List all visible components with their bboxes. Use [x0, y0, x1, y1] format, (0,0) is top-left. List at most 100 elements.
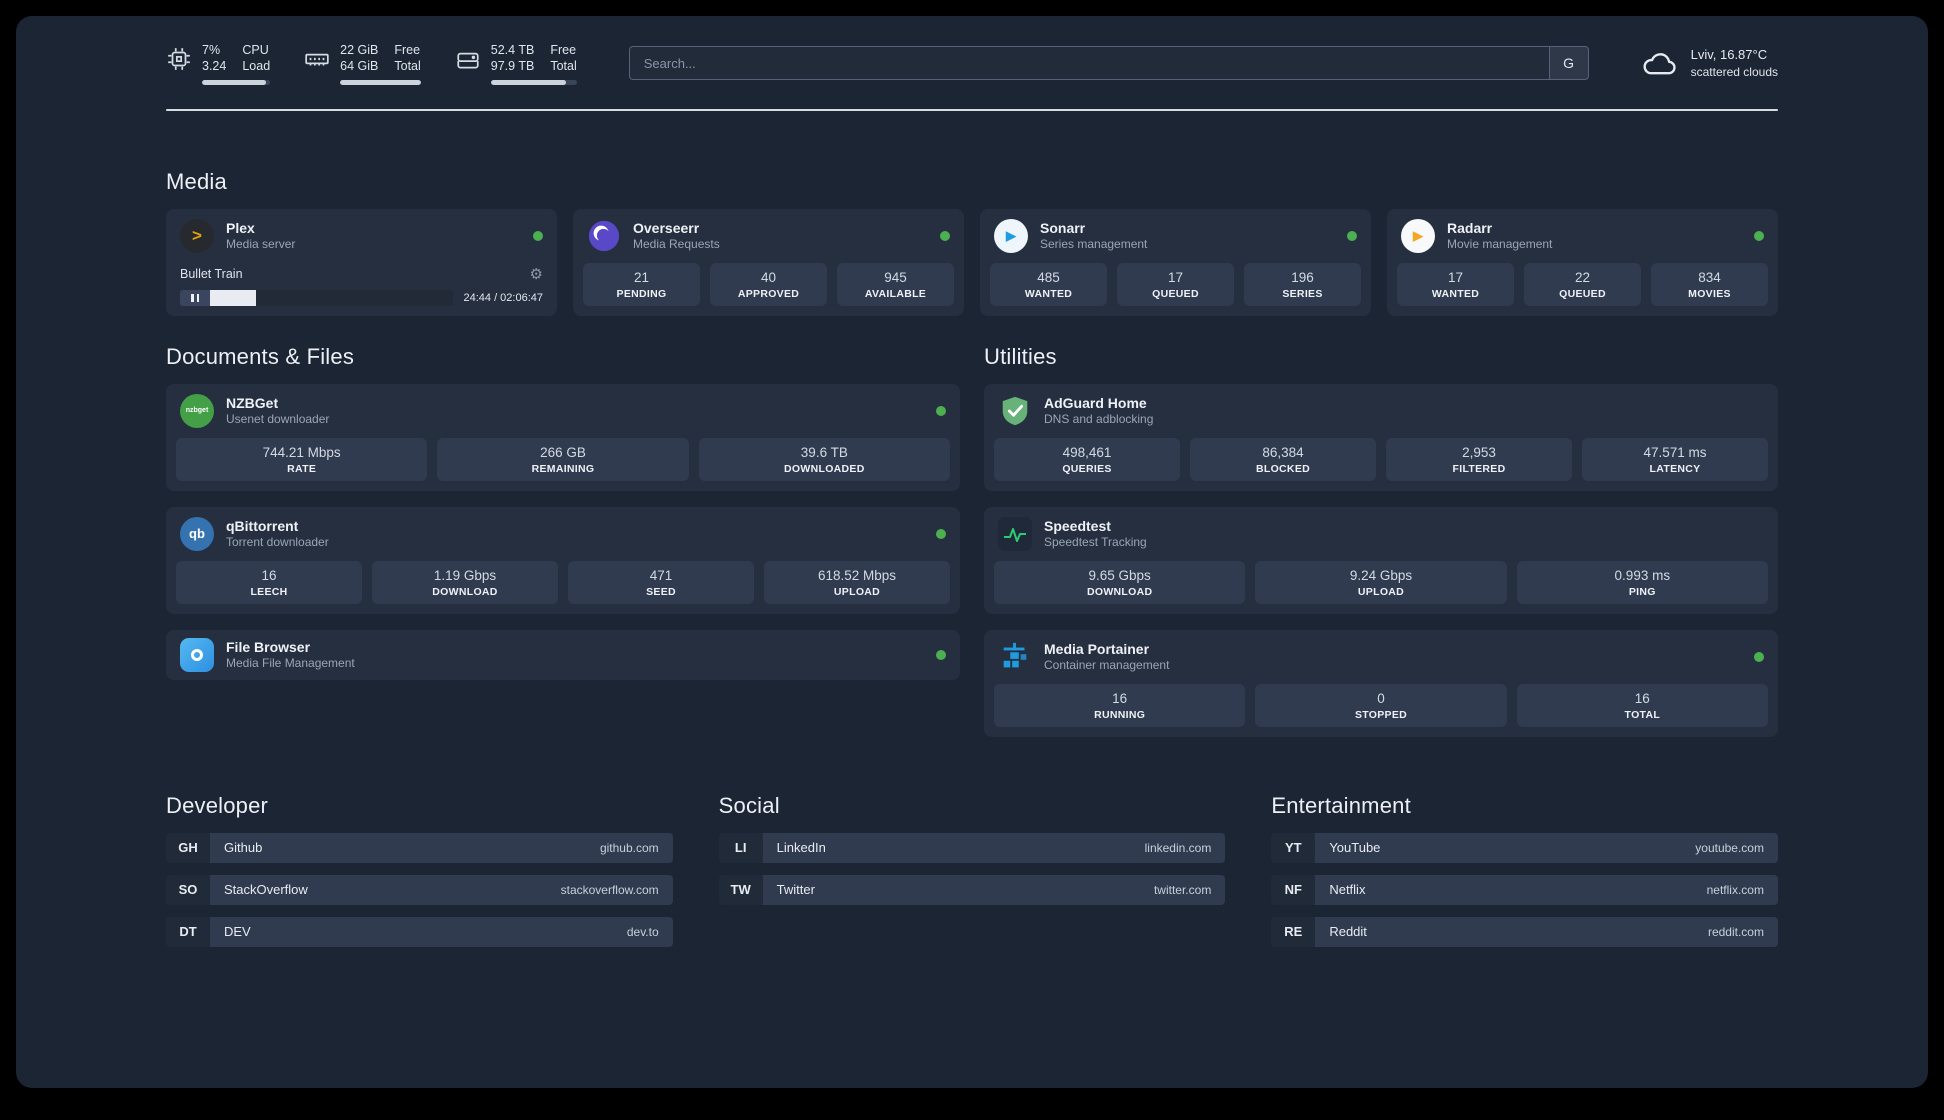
bookmark-name: DEV: [224, 924, 251, 939]
sonarr-card[interactable]: ▶ Sonarr Series management 485 WANTED 17…: [980, 208, 1371, 316]
now-playing-title: Bullet Train: [180, 266, 243, 281]
app-name: Speedtest: [1044, 518, 1111, 534]
stat-approved: 40 APPROVED: [710, 262, 827, 306]
search-bar: G: [628, 46, 1589, 81]
bookmark-name: LinkedIn: [776, 840, 826, 855]
stat-filtered: 2,953 FILTERED: [1386, 437, 1572, 481]
bookmark-github[interactable]: GH Github github.com: [166, 832, 673, 863]
developer-heading: Developer: [166, 792, 269, 818]
stat-latency: 47.571 ms LATENCY: [1582, 437, 1768, 481]
cloud-icon: [1643, 53, 1676, 75]
ram-icon: [305, 53, 329, 66]
app-name: AdGuard Home: [1044, 395, 1147, 411]
sonarr-icon: ▶: [994, 218, 1028, 253]
cpu-percent: 7%: [202, 43, 221, 57]
disk-total: 97.9 TB: [490, 59, 535, 74]
app-name: NZBGet: [226, 395, 279, 411]
app-subtitle: Movie management: [1447, 237, 1553, 251]
adguard-card[interactable]: AdGuard Home DNS and adblocking 498,461 …: [984, 383, 1778, 491]
plex-card[interactable]: > Plex Media server Bullet Train ⚙ 24:44…: [166, 208, 557, 316]
section-entertainment: Entertainment YT YouTube youtube.com NF …: [1271, 793, 1778, 959]
social-heading: Social: [718, 792, 780, 818]
stat-queries: 498,461 QUERIES: [994, 437, 1180, 481]
bookmark-reddit[interactable]: RE Reddit reddit.com: [1271, 916, 1778, 947]
radarr-card[interactable]: ▶ Radarr Movie management 17 WANTED 22 Q…: [1387, 208, 1778, 316]
disk-meter: [490, 79, 577, 85]
playback-time: 24:44 / 02:06:47: [463, 291, 543, 304]
stat-upload: 9.24 Gbps UPLOAD: [1255, 560, 1507, 604]
app-name: Plex: [226, 220, 255, 236]
stat-available: 945 AVAILABLE: [837, 262, 954, 306]
stat-upload: 618.52 Mbps UPLOAD: [764, 560, 950, 604]
bookmark-linkedin[interactable]: LI LinkedIn linkedin.com: [718, 832, 1226, 863]
search-input[interactable]: [628, 46, 1549, 81]
stat-blocked: 86,384 BLOCKED: [1190, 437, 1376, 481]
nzbget-card[interactable]: nzbget NZBGet Usenet downloader 744.21 M…: [166, 383, 960, 491]
status-dot: [533, 230, 543, 241]
bookmark-youtube[interactable]: YT YouTube youtube.com: [1271, 832, 1778, 863]
app-subtitle: Media server: [226, 237, 296, 251]
app-name: File Browser: [226, 639, 311, 655]
app-subtitle: Media Requests: [633, 237, 720, 251]
gear-icon[interactable]: ⚙: [530, 265, 543, 283]
header-divider: [166, 108, 1778, 111]
bookmark-twitter[interactable]: TW Twitter twitter.com: [718, 874, 1226, 905]
stat-wanted: 485 WANTED: [990, 262, 1107, 306]
entertainment-heading: Entertainment: [1271, 792, 1411, 818]
documents-heading: Documents & Files: [166, 343, 355, 369]
portainer-icon: [1003, 642, 1027, 667]
app-subtitle: DNS and adblocking: [1044, 412, 1154, 426]
stat-wanted: 17 WANTED: [1397, 262, 1514, 306]
bookmark-netflix[interactable]: NF Netflix netflix.com: [1271, 874, 1778, 905]
radarr-icon: ▶: [1401, 218, 1435, 253]
app-subtitle: Speedtest Tracking: [1044, 535, 1147, 549]
app-name: Media Portainer: [1044, 641, 1150, 657]
filebrowser-card[interactable]: File Browser Media File Management: [166, 629, 960, 680]
disk-free: 52.4 TB: [490, 43, 535, 57]
bookmark-name: Netflix: [1329, 882, 1366, 897]
search-engine-button[interactable]: G: [1548, 46, 1589, 81]
status-dot: [1347, 230, 1357, 241]
bookmark-url: dev.to: [626, 924, 659, 939]
stat-download: 9.65 Gbps DOWNLOAD: [994, 560, 1246, 604]
status-dot: [936, 405, 946, 416]
stat-seed: 471 SEED: [568, 560, 754, 604]
pause-button[interactable]: [180, 289, 210, 306]
stat-queued: 22 QUEUED: [1524, 262, 1641, 306]
qbittorrent-icon: qb: [180, 516, 214, 551]
overseerr-card[interactable]: Overseerr Media Requests 21 PENDING 40 A…: [573, 208, 964, 316]
playback-progress-bar[interactable]: [210, 289, 454, 306]
bookmark-name: Twitter: [776, 882, 815, 897]
section-social: Social LI LinkedIn linkedin.com TW Twitt…: [718, 792, 1226, 959]
app-subtitle: Container management: [1044, 658, 1170, 672]
cpu-label-bottom: Load: [242, 59, 271, 74]
bookmark-abbr: RE: [1271, 916, 1316, 947]
stat-queued: 17 QUEUED: [1117, 262, 1234, 306]
stat-downloaded: 39.6 TB DOWNLOADED: [698, 437, 950, 481]
media-heading: Media: [166, 168, 227, 194]
disk-label-top: Free: [550, 43, 577, 57]
speedtest-card[interactable]: Speedtest Speedtest Tracking 9.65 Gbps D…: [984, 506, 1778, 614]
utilities-heading: Utilities: [984, 343, 1057, 369]
bookmark-stackoverflow[interactable]: SO StackOverflow stackoverflow.com: [166, 874, 673, 905]
stat-running: 16 RUNNING: [994, 683, 1246, 727]
disk-label-bottom: Total: [550, 59, 577, 74]
bookmark-url: twitter.com: [1153, 882, 1212, 897]
weather-location: Lviv, 16.87°C: [1690, 47, 1768, 63]
weather-widget: Lviv, 16.87°C scattered clouds: [1641, 46, 1778, 80]
app-name: Sonarr: [1040, 220, 1086, 236]
app-name: qBittorrent: [226, 518, 299, 534]
bookmark-abbr: DT: [166, 916, 210, 947]
section-documents: Documents & Files nzbget NZBGet Usenet d…: [166, 344, 960, 737]
stat-ping: 0.993 ms PING: [1516, 560, 1768, 604]
bookmark-url: netflix.com: [1706, 882, 1764, 897]
bookmark-abbr: NF: [1271, 874, 1316, 905]
app-name: Radarr: [1447, 220, 1493, 236]
speedtest-icon: [998, 516, 1032, 551]
bookmark-dev[interactable]: DT DEV dev.to: [166, 916, 673, 947]
bookmark-url: linkedin.com: [1144, 840, 1212, 855]
portainer-card[interactable]: Media Portainer Container management 16 …: [984, 629, 1778, 737]
filebrowser-icon: [180, 637, 214, 672]
adguard-icon: [1002, 396, 1028, 425]
qbittorrent-card[interactable]: qb qBittorrent Torrent downloader 16 LEE…: [166, 506, 960, 614]
